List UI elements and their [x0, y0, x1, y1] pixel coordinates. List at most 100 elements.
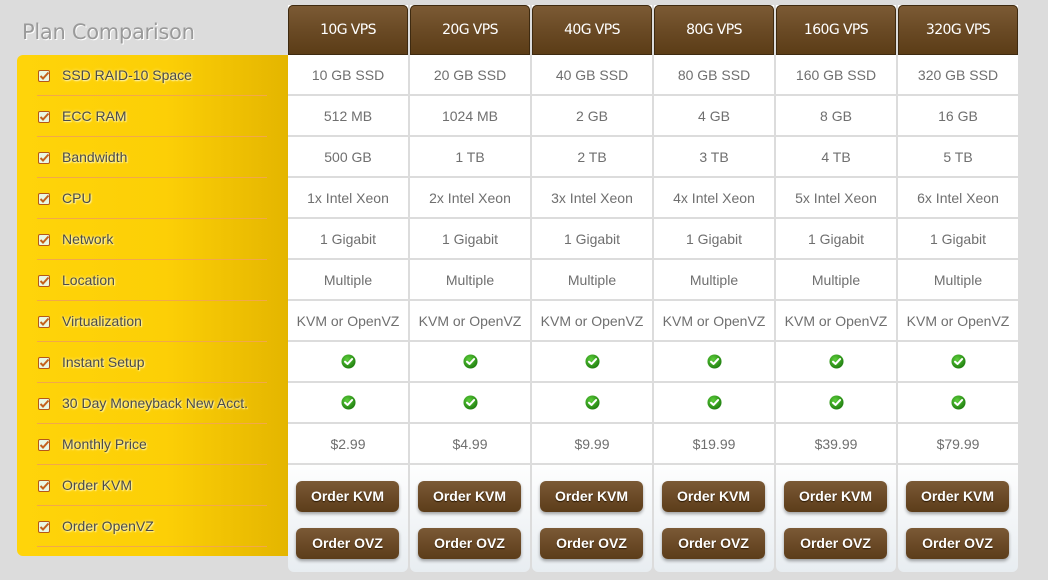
- feature-label: Location: [62, 272, 115, 288]
- green-check-icon: [584, 395, 600, 411]
- instant-setup-cell: [654, 342, 774, 383]
- price-cell: $9.99: [532, 424, 652, 465]
- cpu-cell: 6x Intel Xeon: [898, 178, 1018, 219]
- feature-label: Order OpenVZ: [62, 518, 154, 534]
- order-kvm-button[interactable]: Order KVM: [296, 481, 399, 512]
- moneyback-cell: [532, 383, 652, 424]
- green-check-icon: [950, 354, 966, 370]
- ram-cell: 8 GB: [776, 96, 896, 137]
- virtualization-cell: KVM or OpenVZ: [532, 301, 652, 342]
- feature-label: Order KVM: [62, 477, 133, 493]
- moneyback-cell: [654, 383, 774, 424]
- virtualization-cell: KVM or OpenVZ: [776, 301, 896, 342]
- green-check-icon: [584, 354, 600, 370]
- plan-header: 40G VPS: [532, 5, 652, 55]
- plan-header: 80G VPS: [654, 5, 774, 55]
- plan-header: 20G VPS: [410, 5, 530, 55]
- feature-row: Instant Setup: [37, 342, 267, 383]
- ram-cell: 512 MB: [288, 96, 408, 137]
- space-cell: 40 GB SSD: [532, 55, 652, 96]
- feature-label: Instant Setup: [62, 354, 145, 370]
- plan-comparison-table: 10G VPS 10 GB SSD 512 MB 500 GB 1x Intel Xeo…: [288, 5, 1018, 572]
- cpu-cell: 5x Intel Xeon: [776, 178, 896, 219]
- ram-cell: 16 GB: [898, 96, 1018, 137]
- plan-column: 160G VPS 160 GB SSD 8 GB 4 TB 5x Intel Xeon 1…: [776, 5, 896, 572]
- location-cell: Multiple: [288, 260, 408, 301]
- price-cell: $2.99: [288, 424, 408, 465]
- bandwidth-cell: 1 TB: [410, 137, 530, 178]
- order-ovz-button[interactable]: Order OVZ: [296, 528, 399, 559]
- space-cell: 20 GB SSD: [410, 55, 530, 96]
- order-ovz-button[interactable]: Order OVZ: [540, 528, 643, 559]
- price-cell: $39.99: [776, 424, 896, 465]
- order-kvm-button[interactable]: Order KVM: [662, 481, 765, 512]
- checkbox-checked-icon: [38, 356, 50, 369]
- cpu-cell: 4x Intel Xeon: [654, 178, 774, 219]
- ram-cell: 2 GB: [532, 96, 652, 137]
- feature-label: Bandwidth: [62, 149, 128, 165]
- network-cell: 1 Gigabit: [898, 219, 1018, 260]
- plan-column: 320G VPS 320 GB SSD 16 GB 5 TB 6x Intel Xeon…: [898, 5, 1018, 572]
- checkbox-checked-icon: [38, 69, 50, 82]
- space-cell: 10 GB SSD: [288, 55, 408, 96]
- order-kvm-button[interactable]: Order KVM: [784, 481, 887, 512]
- checkbox-checked-icon: [38, 151, 50, 164]
- page-title: Plan Comparison: [22, 20, 195, 44]
- order-kvm-button[interactable]: Order KVM: [540, 481, 643, 512]
- feature-row: Bandwidth: [37, 137, 267, 178]
- bandwidth-cell: 2 TB: [532, 137, 652, 178]
- feature-row: 30 Day Moneyback New Acct.: [37, 383, 267, 424]
- checkbox-checked-icon: [38, 110, 50, 123]
- checkbox-checked-icon: [38, 479, 50, 492]
- virtualization-cell: KVM or OpenVZ: [410, 301, 530, 342]
- location-cell: Multiple: [898, 260, 1018, 301]
- cpu-cell: 2x Intel Xeon: [410, 178, 530, 219]
- plan-column: 10G VPS 10 GB SSD 512 MB 500 GB 1x Intel Xeo…: [288, 5, 408, 572]
- plan-column: 80G VPS 80 GB SSD 4 GB 3 TB 4x Intel Xeon 1 G…: [654, 5, 774, 572]
- feature-row: CPU: [37, 178, 267, 219]
- location-cell: Multiple: [410, 260, 530, 301]
- network-cell: 1 Gigabit: [410, 219, 530, 260]
- feature-row: Monthly Price: [37, 424, 267, 465]
- space-cell: 320 GB SSD: [898, 55, 1018, 96]
- virtualization-cell: KVM or OpenVZ: [898, 301, 1018, 342]
- checkbox-checked-icon: [38, 397, 50, 410]
- ram-cell: 4 GB: [654, 96, 774, 137]
- moneyback-cell: [410, 383, 530, 424]
- order-ovz-button[interactable]: Order OVZ: [784, 528, 887, 559]
- checkbox-checked-icon: [38, 192, 50, 205]
- space-cell: 160 GB SSD: [776, 55, 896, 96]
- instant-setup-cell: [410, 342, 530, 383]
- feature-label: CPU: [62, 190, 92, 206]
- feature-row: Virtualization: [37, 301, 267, 342]
- order-kvm-button[interactable]: Order KVM: [418, 481, 521, 512]
- cpu-cell: 1x Intel Xeon: [288, 178, 408, 219]
- order-ovz-button[interactable]: Order OVZ: [906, 528, 1009, 559]
- price-cell: $4.99: [410, 424, 530, 465]
- network-cell: 1 Gigabit: [654, 219, 774, 260]
- order-ovz-button[interactable]: Order OVZ: [418, 528, 521, 559]
- instant-setup-cell: [898, 342, 1018, 383]
- green-check-icon: [828, 395, 844, 411]
- bandwidth-cell: 3 TB: [654, 137, 774, 178]
- location-cell: Multiple: [776, 260, 896, 301]
- price-cell: $79.99: [898, 424, 1018, 465]
- location-cell: Multiple: [654, 260, 774, 301]
- checkbox-checked-icon: [38, 438, 50, 451]
- feature-row: SSD RAID-10 Space: [37, 55, 267, 96]
- feature-row: ECC RAM: [37, 96, 267, 137]
- feature-row: Location: [37, 260, 267, 301]
- green-check-icon: [950, 395, 966, 411]
- green-check-icon: [706, 354, 722, 370]
- feature-row: Order KVM: [37, 465, 267, 506]
- checkbox-checked-icon: [38, 274, 50, 287]
- order-kvm-button[interactable]: Order KVM: [906, 481, 1009, 512]
- feature-row: Order OpenVZ: [37, 506, 267, 547]
- cpu-cell: 3x Intel Xeon: [532, 178, 652, 219]
- network-cell: 1 Gigabit: [532, 219, 652, 260]
- feature-label: Monthly Price: [62, 436, 147, 452]
- checkbox-checked-icon: [38, 233, 50, 246]
- order-ovz-button[interactable]: Order OVZ: [662, 528, 765, 559]
- feature-row: Network: [37, 219, 267, 260]
- moneyback-cell: [776, 383, 896, 424]
